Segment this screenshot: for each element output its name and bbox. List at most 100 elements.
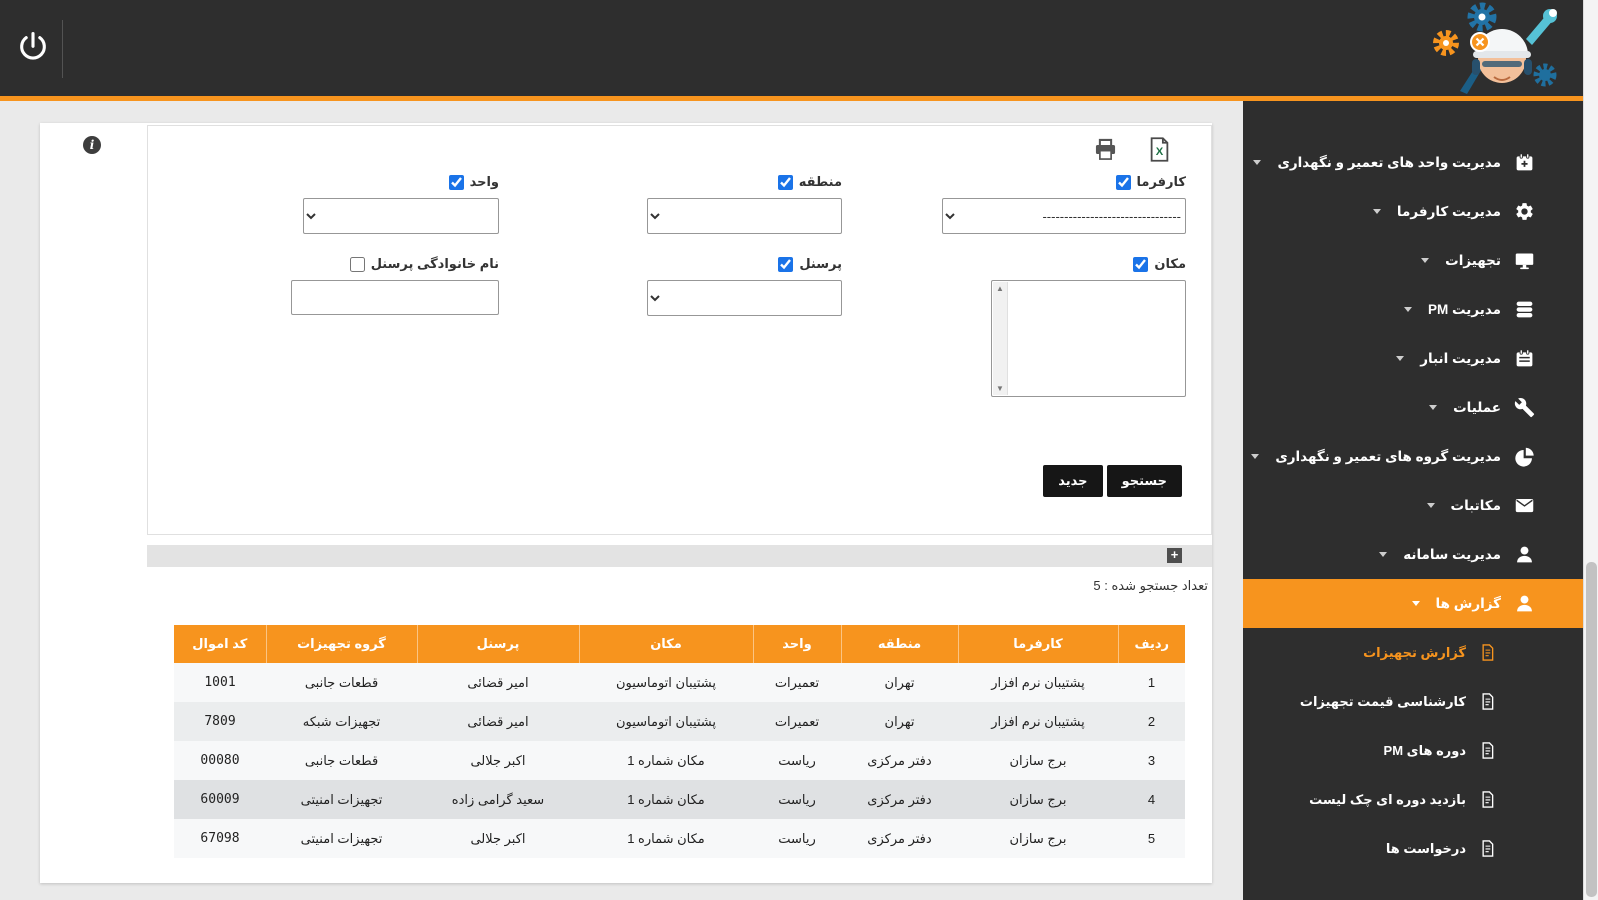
excel-file-icon: X [1146, 136, 1173, 163]
main-content-panel: i X کارفرما [40, 123, 1212, 883]
svg-text:X: X [1156, 146, 1164, 158]
sidebar-item-maintenance-groups[interactable]: مدیریت گروه های تعمیر و نگهداری [1243, 432, 1583, 481]
cell-asset-code: 7809 [174, 702, 266, 741]
chevron-down-icon [1404, 307, 1412, 312]
cell-row-number: 4 [1118, 780, 1185, 819]
printer-icon [1092, 136, 1119, 163]
table-row[interactable]: 2 پشتیبان نرم افزار تهران تعمیرات پشتیبا… [174, 702, 1185, 741]
cell-equipment-group: قطعات جانبی [266, 663, 417, 702]
sidebar-subitem-pm-periods[interactable]: دوره های PM [1243, 726, 1583, 775]
document-icon [1478, 839, 1497, 858]
envelope-icon [1514, 495, 1535, 516]
sidebar-item-system-management[interactable]: مدیریت سامانه [1243, 530, 1583, 579]
document-icon [1478, 692, 1497, 711]
new-button[interactable]: جدید [1043, 465, 1102, 497]
cell-row-number: 1 [1118, 663, 1185, 702]
cell-equipment-group: قطعات جانبی [266, 741, 417, 780]
cell-personnel: سعید گرامی زاده [417, 780, 579, 819]
search-button[interactable]: جستجو [1107, 465, 1182, 497]
calendar-icon [1514, 348, 1535, 369]
header-cell-unit: واحد [753, 625, 841, 663]
personnel-filter-group: پرسنل [647, 254, 842, 316]
sidebar-subitem-label: درخواست ها [1386, 841, 1466, 857]
cell-employer: پشتیبان نرم افزار [958, 663, 1118, 702]
sidebar-item-correspondence[interactable]: مکاتبات [1243, 481, 1583, 530]
cell-asset-code: 67098 [174, 819, 266, 858]
sidebar-subitem-equipment-price-appraisal[interactable]: کارشناسی قیمت تجهیزات [1243, 677, 1583, 726]
chevron-down-icon [1253, 160, 1261, 165]
sidebar-item-employer-management[interactable]: مدیریت کارفرما [1243, 187, 1583, 236]
table-row[interactable]: 1 پشتیبان نرم افزار تهران تعمیرات پشتیبا… [174, 663, 1185, 702]
scrollbar-thumb[interactable] [1586, 562, 1597, 897]
unit-select[interactable] [303, 198, 499, 234]
region-checkbox[interactable] [778, 175, 793, 190]
sidebar-item-label: گزارش ها [1436, 596, 1501, 612]
sidebar-subitem-checklist-periodic-visit[interactable]: بازدید دوره ای چک لیست [1243, 775, 1583, 824]
app-root: مدیریت واحد های تعمیر و نگهداری مدیریت ک… [0, 0, 1598, 900]
table-row[interactable]: 3 برج سازان دفتر مرکزی ریاست مکان شماره … [174, 741, 1185, 780]
sidebar-subitem-label: گزارش تجهیزات [1363, 645, 1466, 661]
lastname-input[interactable] [291, 280, 499, 315]
sidebar-item-pm-management[interactable]: مدیریت PM [1243, 285, 1583, 334]
cell-equipment-group: تجهیزات امنیتی [266, 780, 417, 819]
sidebar-item-equipment[interactable]: تجهیزات [1243, 236, 1583, 285]
sidebar-item-operations[interactable]: عملیات [1243, 383, 1583, 432]
chevron-down-icon [1379, 552, 1387, 557]
wrench-icon [1514, 397, 1535, 418]
cell-location: مکان شماره 1 [579, 819, 753, 858]
lastname-checkbox[interactable] [350, 257, 365, 272]
sidebar-item-label: مدیریت انبار [1420, 351, 1501, 367]
lastname-label: نام خانوادگی پرسنل [371, 256, 499, 272]
scroll-up-icon[interactable]: ▲ [996, 284, 1004, 293]
region-select[interactable] [647, 198, 842, 234]
document-icon [1478, 790, 1497, 809]
table-row[interactable]: 4 برج سازان دفتر مرکزی ریاست مکان شماره … [174, 780, 1185, 819]
sidebar-item-reports[interactable]: گزارش ها [1243, 579, 1583, 628]
sidebar-subitem-label: بازدید دوره ای چک لیست [1309, 792, 1466, 808]
scroll-down-icon[interactable]: ▼ [996, 384, 1004, 393]
export-excel-button[interactable]: X [1146, 136, 1173, 163]
cell-row-number: 3 [1118, 741, 1185, 780]
location-listbox[interactable]: ▲ ▼ [991, 280, 1186, 397]
sidebar-subitem-label: کارشناسی قیمت تجهیزات [1300, 694, 1466, 710]
cell-personnel: امیر قضائی [417, 663, 579, 702]
listbox-scrollbar[interactable]: ▲ ▼ [993, 282, 1008, 395]
employer-checkbox[interactable] [1116, 175, 1131, 190]
cell-employer: برج سازان [958, 780, 1118, 819]
power-button[interactable] [16, 30, 50, 64]
employer-select[interactable]: -------------------------------- [942, 198, 1186, 234]
sidebar-subitem-requests[interactable]: درخواست ها [1243, 824, 1583, 873]
header-cell-equipment-group: گروه تجهیزات [266, 625, 417, 663]
sidebar-item-maintenance-units[interactable]: مدیریت واحد های تعمیر و نگهداری [1243, 138, 1583, 187]
cell-employer: برج سازان [958, 741, 1118, 780]
unit-filter-group: واحد [303, 172, 499, 234]
personnel-select[interactable] [647, 280, 842, 316]
cell-location: پشتیبان اتوماسیون [579, 663, 753, 702]
table-row[interactable]: 5 برج سازان دفتر مرکزی ریاست مکان شماره … [174, 819, 1185, 858]
location-filter-group: مکان ▲ ▼ [991, 254, 1186, 397]
location-checkbox[interactable] [1133, 257, 1148, 272]
personnel-checkbox[interactable] [778, 257, 793, 272]
cell-employer: پشتیبان نرم افزار [958, 702, 1118, 741]
header-cell-location: مکان [579, 625, 753, 663]
print-button[interactable] [1092, 136, 1119, 163]
add-icon[interactable]: + [1167, 548, 1182, 563]
region-filter-group: منطقه [647, 172, 842, 234]
sidebar-item-warehouse-management[interactable]: مدیریت انبار [1243, 334, 1583, 383]
unit-checkbox[interactable] [449, 175, 464, 190]
page-scrollbar[interactable] [1583, 0, 1598, 900]
cell-personnel: اکبر جلالی [417, 741, 579, 780]
chevron-down-icon [1421, 258, 1429, 263]
region-label: منطقه [799, 174, 842, 190]
cell-row-number: 2 [1118, 702, 1185, 741]
header-cell-region: منطقه [841, 625, 958, 663]
cell-equipment-group: تجهیزات شبکه [266, 702, 417, 741]
cell-region: تهران [841, 663, 958, 702]
chevron-down-icon [1429, 405, 1437, 410]
info-icon[interactable]: i [83, 136, 101, 154]
header-cell-employer: کارفرما [958, 625, 1118, 663]
header-cell-personnel: پرسنل [417, 625, 579, 663]
calendar-plus-icon [1514, 152, 1535, 173]
sidebar-subitem-equipment-report[interactable]: گزارش تجهیزات [1243, 628, 1583, 677]
results-section-strip: + [147, 545, 1212, 567]
